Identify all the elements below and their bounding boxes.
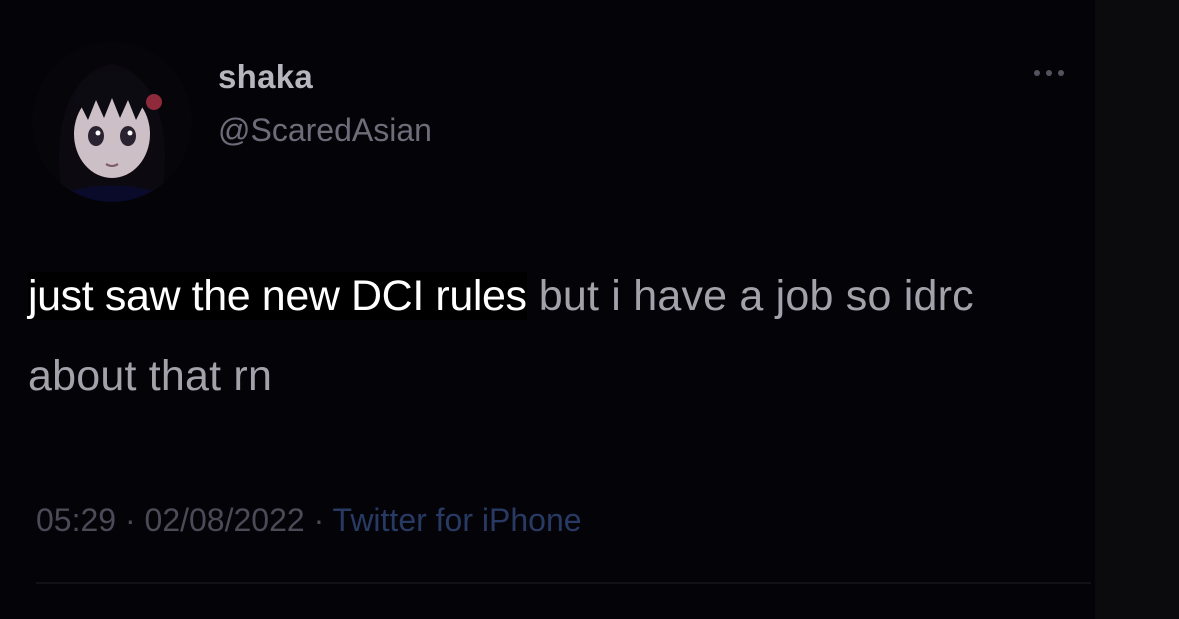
overlay-caption: just saw the new DCI rules	[28, 272, 527, 320]
tweet-source-link[interactable]: Twitter for iPhone	[333, 502, 582, 538]
meta-separator: ·	[304, 502, 333, 538]
meta-separator: ·	[116, 502, 145, 538]
tweet-date: 02/08/2022	[144, 502, 305, 538]
user-handle[interactable]: @ScaredAsian	[218, 112, 432, 149]
tweet-time: 05:29	[36, 502, 117, 538]
tweet-metadata: 05:29 · 02/08/2022 · Twitter for iPhone	[36, 502, 582, 539]
tweet-card: shaka @ScaredAsian just saw the new DCI …	[0, 0, 1095, 619]
tweet-text: just saw the new DCI rules but i have a …	[28, 256, 1068, 416]
avatar[interactable]	[32, 42, 192, 202]
divider	[36, 582, 1091, 584]
side-strip	[1095, 0, 1179, 619]
display-name[interactable]: shaka	[218, 58, 313, 96]
anime-girl-avatar-icon	[32, 42, 192, 202]
more-options-icon[interactable]	[1034, 66, 1074, 80]
